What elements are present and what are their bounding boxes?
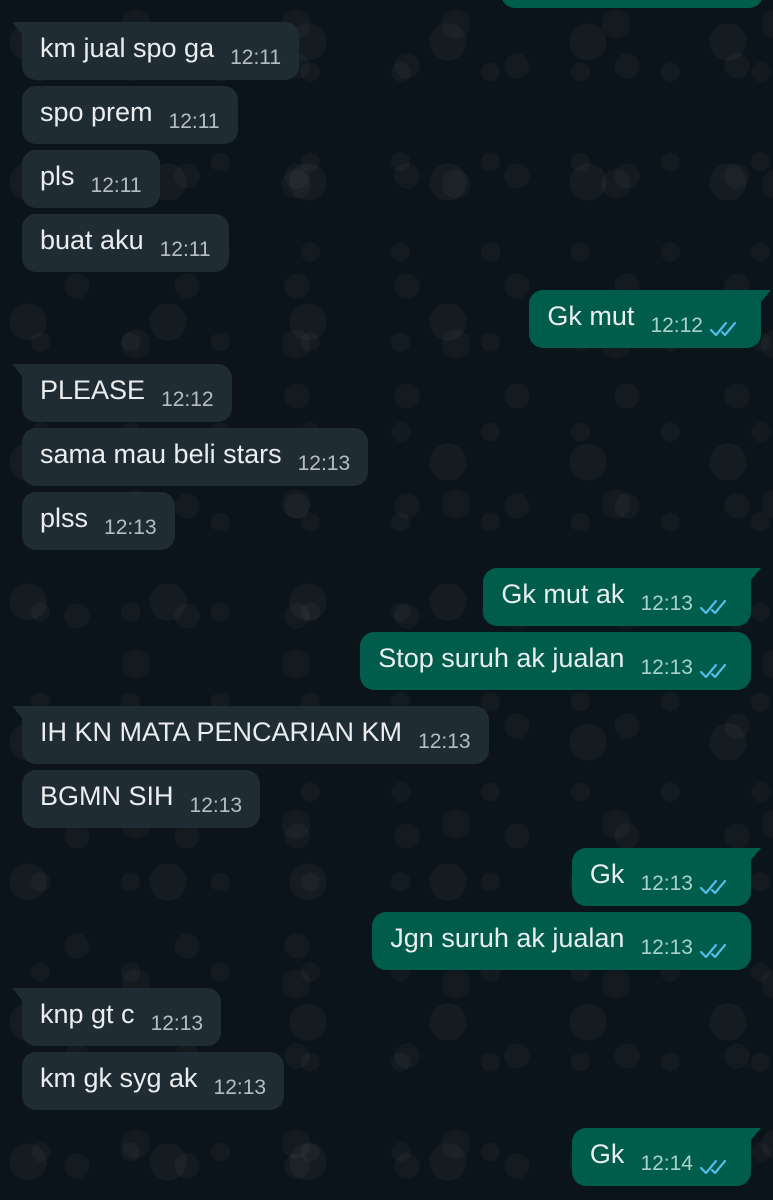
message-time: 12:13	[150, 1012, 204, 1035]
message-text: buat aku	[40, 224, 144, 255]
outgoing-message[interactable]: Gk mut ak 12:13	[483, 568, 761, 626]
message-text: BGMN SIH	[40, 780, 174, 811]
message-time: 12:13	[189, 794, 243, 817]
message-time: 12:13	[640, 872, 693, 895]
bubble-tail	[751, 568, 761, 580]
incoming-message[interactable]: sama mau beli stars 12:13	[22, 428, 369, 486]
read-ticks-icon	[699, 879, 727, 895]
message-time: 12:13	[213, 1076, 267, 1099]
message-meta: 12:13	[298, 452, 351, 476]
incoming-message[interactable]: knp gt c 12:13	[12, 988, 222, 1046]
message-time: 12:11	[90, 174, 142, 197]
message-text: Gk	[589, 858, 625, 889]
message-text: Gk mut	[547, 300, 635, 331]
message-text: km gk syg ak	[40, 1062, 198, 1093]
message-text: spo prem	[40, 96, 153, 127]
message-text: knp gt c	[40, 998, 135, 1029]
message-time: 12:13	[640, 936, 693, 959]
message-text: Gk	[589, 1138, 625, 1169]
message-time: 12:13	[297, 452, 351, 475]
message-meta: 12:11	[160, 238, 211, 262]
message-time: 12:11	[230, 46, 282, 69]
message-meta: 12:13	[418, 730, 471, 754]
message-meta: 12:13	[151, 1012, 204, 1036]
incoming-message[interactable]: BGMN SIH 12:13	[22, 770, 261, 828]
message-time: 12:11	[159, 238, 211, 261]
incoming-message[interactable]: km gk syg ak 12:13	[22, 1052, 285, 1110]
message-text: plss	[40, 502, 89, 533]
message-text: sama mau beli stars	[40, 438, 282, 469]
read-ticks-icon	[699, 943, 727, 959]
read-ticks-icon	[699, 663, 727, 679]
message-time: 12:13	[640, 592, 693, 615]
read-ticks-icon	[699, 1159, 727, 1175]
message-meta: 12:11	[230, 46, 281, 70]
bubble-tail	[12, 364, 22, 376]
message-time: 12:11	[168, 110, 220, 133]
message-meta: 12:12	[161, 388, 214, 412]
message-meta: 12:13	[640, 656, 733, 680]
message-time: 12:13	[418, 730, 471, 753]
message-text: Gk mut ak	[501, 578, 625, 609]
message-time: 12:12	[161, 388, 214, 411]
message-list[interactable]: km jual spo ga 12:11 spo prem 12:11 pls …	[0, 0, 773, 1200]
message-time: 12:14	[640, 1152, 693, 1175]
incoming-message[interactable]: PLEASE 12:12	[12, 364, 232, 422]
message-text: IH KN MATA PENCARIAN KM	[40, 716, 403, 747]
read-ticks-icon	[709, 321, 737, 337]
message-meta: 12:13	[640, 936, 733, 960]
incoming-message[interactable]: spo prem 12:11	[22, 86, 238, 144]
message-meta: 12:13	[214, 1076, 267, 1100]
bubble-tail	[751, 1128, 761, 1140]
message-text: pls	[40, 160, 75, 191]
bubble-tail	[751, 848, 761, 860]
outgoing-message[interactable]: Stop suruh ak jualan 12:13	[360, 632, 751, 690]
message-meta: 12:14	[640, 1152, 733, 1176]
bubble-tail	[12, 988, 22, 1000]
incoming-message[interactable]: IH KN MATA PENCARIAN KM 12:13	[12, 706, 489, 764]
incoming-message[interactable]: plss 12:13	[22, 492, 175, 550]
outgoing-message[interactable]: Gk 12:13	[571, 848, 761, 906]
bubble-tail	[12, 706, 22, 718]
outgoing-message[interactable]: Jgn suruh ak jualan 12:13	[372, 912, 751, 970]
message-meta: 12:13	[190, 794, 243, 818]
incoming-message[interactable]: pls 12:11	[22, 150, 160, 208]
message-text: km jual spo ga	[40, 32, 215, 63]
message-text: Jgn suruh ak jualan	[390, 922, 625, 953]
message-time: 12:12	[650, 314, 703, 337]
message-meta: 12:11	[91, 174, 142, 198]
message-text: PLEASE	[40, 374, 146, 405]
read-ticks-icon	[699, 599, 727, 615]
outgoing-message[interactable]: Gk 12:14	[571, 1128, 761, 1186]
message-meta: 12:13	[640, 592, 733, 616]
previous-outgoing-bubble-edge	[501, 0, 763, 8]
incoming-message[interactable]: km jual spo ga 12:11	[12, 22, 300, 80]
message-meta: 12:12	[650, 314, 743, 338]
bubble-tail	[761, 290, 771, 302]
message-meta: 12:13	[104, 516, 157, 540]
incoming-message[interactable]: buat aku 12:11	[22, 214, 229, 272]
outgoing-message[interactable]: Gk mut 12:12	[529, 290, 771, 348]
message-time: 12:13	[640, 656, 693, 679]
message-meta: 12:13	[640, 872, 733, 896]
message-meta: 12:11	[169, 110, 220, 134]
message-text: Stop suruh ak jualan	[378, 642, 625, 673]
message-time: 12:13	[104, 516, 157, 539]
bubble-tail	[12, 22, 22, 34]
